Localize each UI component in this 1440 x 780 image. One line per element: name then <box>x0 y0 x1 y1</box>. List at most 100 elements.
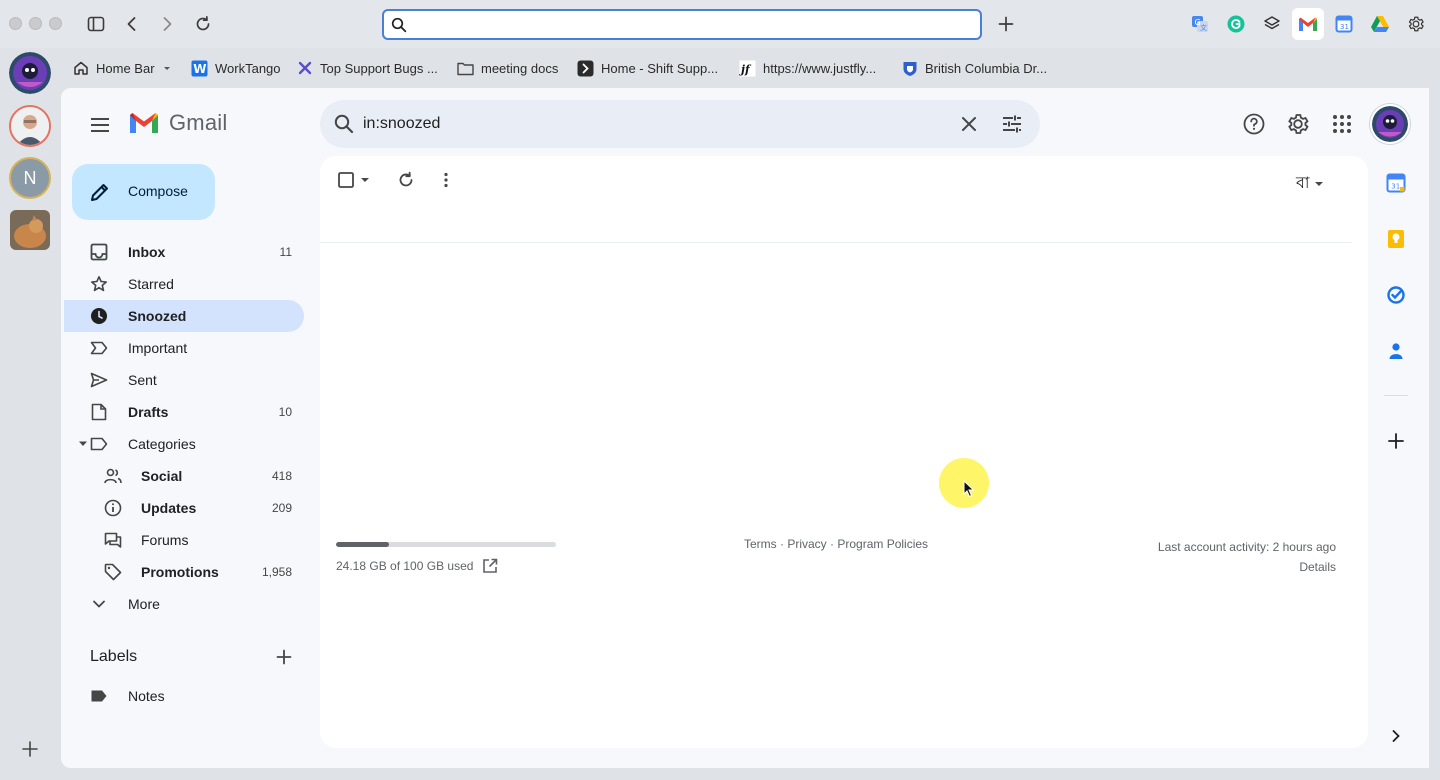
svg-text:31: 31 <box>1340 23 1349 31</box>
support-button[interactable] <box>1241 111 1267 137</box>
sidebar-item-forums[interactable]: Forums <box>64 524 304 556</box>
bookmark-shift-support[interactable]: Home - Shift Supp... <box>577 57 718 79</box>
plus-icon <box>998 16 1014 32</box>
google-drive-extension[interactable] <box>1368 12 1392 36</box>
sidebar-item-label: Promotions <box>141 564 219 580</box>
create-label-button[interactable] <box>274 647 294 667</box>
search-icon <box>391 17 407 33</box>
calendar-extension[interactable]: 31 <box>1332 12 1356 36</box>
bookmark-top-support-bugs[interactable]: Top Support Bugs ... <box>296 57 438 79</box>
account-avatar[interactable] <box>1370 104 1410 144</box>
gmail-icon <box>1299 17 1317 31</box>
input-tools-button[interactable]: বা <box>1296 170 1324 197</box>
layers-extension[interactable] <box>1260 12 1284 36</box>
hamburger-icon <box>91 118 109 132</box>
gmail-extension[interactable] <box>1292 8 1324 40</box>
side-panel-divider <box>1384 395 1408 396</box>
bookmark-british-columbia[interactable]: British Columbia Dr... <box>901 57 1047 79</box>
chevron-left-icon <box>127 17 136 31</box>
storage-text: 24.18 GB of 100 GB used <box>336 559 474 573</box>
get-addons-button[interactable] <box>1385 430 1407 452</box>
search-input[interactable] <box>363 112 923 136</box>
back-button[interactable] <box>120 12 144 36</box>
profile-avatar-main[interactable] <box>9 52 51 94</box>
bookmark-label: meeting docs <box>481 60 559 76</box>
translate-icon: G文 <box>1192 16 1208 32</box>
bookmark-justfly[interactable]: jf https://www.justfly... <box>739 57 876 79</box>
details-link[interactable]: Details <box>1158 557 1336 577</box>
label-item-notes[interactable]: Notes <box>64 680 304 712</box>
sidebar-item-more[interactable]: More <box>64 588 304 620</box>
sidebar-item-updates[interactable]: Updates 209 <box>64 492 304 524</box>
sidebar-item-important[interactable]: Important <box>64 332 304 364</box>
more-actions-button[interactable] <box>436 168 456 192</box>
add-profile-button[interactable] <box>19 738 41 760</box>
sidebar-toggle-button[interactable] <box>84 12 108 36</box>
settings-button[interactable] <box>1285 111 1311 137</box>
sidebar-item-label: Important <box>128 340 188 356</box>
clear-search-icon[interactable] <box>957 112 981 136</box>
avatar-image <box>11 107 49 145</box>
profile-avatar-n[interactable]: N <box>9 157 51 199</box>
people-icon <box>104 467 122 485</box>
gear-icon <box>1288 114 1309 134</box>
unread-count: 418 <box>271 469 292 483</box>
sidebar-item-categories[interactable]: Categories <box>64 428 304 460</box>
reload-button[interactable] <box>191 12 215 36</box>
settings-extension[interactable] <box>1404 12 1428 36</box>
search-icon[interactable] <box>332 112 356 136</box>
sidebar-item-label: More <box>128 596 160 612</box>
gmail-logo[interactable]: Gmail <box>128 110 227 136</box>
refresh-button[interactable] <box>394 168 418 192</box>
close-window-button[interactable] <box>9 17 22 30</box>
address-bar[interactable] <box>382 9 982 40</box>
main-menu-button[interactable] <box>86 112 114 138</box>
footer-links: Terms · Privacy · Program Policies <box>744 537 928 551</box>
google-translate-extension[interactable]: G文 <box>1188 12 1212 36</box>
open-in-new-icon[interactable] <box>482 558 498 574</box>
address-input[interactable] <box>414 14 974 35</box>
mouse-cursor-icon <box>963 480 975 498</box>
sidebar-item-starred[interactable]: Starred <box>64 268 304 300</box>
svg-text:31: 31 <box>1391 183 1400 191</box>
zoom-window-button[interactable] <box>49 17 62 30</box>
show-side-panel-button[interactable] <box>1385 725 1407 747</box>
search-options-icon[interactable] <box>1000 112 1024 136</box>
caret-down-icon[interactable] <box>78 440 88 448</box>
forward-button[interactable] <box>155 12 179 36</box>
sidebar-item-social[interactable]: Social 418 <box>64 460 304 492</box>
compose-button[interactable]: Compose <box>72 164 215 220</box>
side-app-calendar[interactable]: 31 <box>1385 172 1407 194</box>
side-app-tasks[interactable] <box>1385 284 1407 306</box>
justfly-icon: jf <box>739 60 756 77</box>
caret-down-icon <box>163 67 170 70</box>
terms-link[interactable]: Terms <box>744 537 777 551</box>
pencil-icon <box>89 181 111 203</box>
new-tab-button[interactable] <box>994 12 1018 36</box>
home-icon <box>72 60 89 77</box>
sidebar-item-drafts[interactable]: Drafts 10 <box>64 396 304 428</box>
side-app-keep[interactable] <box>1385 228 1407 250</box>
avatar-image <box>9 52 51 94</box>
bookmark-home-bar[interactable]: Home Bar <box>72 57 172 79</box>
side-app-contacts[interactable] <box>1385 340 1407 362</box>
privacy-link[interactable]: Privacy <box>787 537 826 551</box>
minimize-window-button[interactable] <box>29 17 42 30</box>
google-apps-button[interactable] <box>1329 111 1355 137</box>
profile-avatar-work[interactable] <box>9 105 51 147</box>
draft-icon <box>90 403 108 421</box>
grammarly-extension[interactable] <box>1224 12 1248 36</box>
sidebar-item-promotions[interactable]: Promotions 1,958 <box>64 556 304 588</box>
svg-text:文: 文 <box>1200 23 1207 32</box>
chevron-right-icon <box>163 17 172 31</box>
unread-count: 10 <box>278 405 292 419</box>
sidebar-item-snoozed[interactable]: Snoozed <box>64 300 304 332</box>
bookmark-meeting-docs[interactable]: meeting docs <box>457 57 558 79</box>
program-policies-link[interactable]: Program Policies <box>837 537 928 551</box>
profile-avatar-cat[interactable] <box>10 210 50 250</box>
sidebar-item-sent[interactable]: Sent <box>64 364 304 396</box>
bookmark-worktango[interactable]: W WorkTango <box>191 57 281 79</box>
sidebar-item-inbox[interactable]: Inbox 11 <box>64 236 304 268</box>
select-checkbox[interactable] <box>336 168 372 192</box>
mail-search-bar[interactable] <box>320 100 1040 148</box>
